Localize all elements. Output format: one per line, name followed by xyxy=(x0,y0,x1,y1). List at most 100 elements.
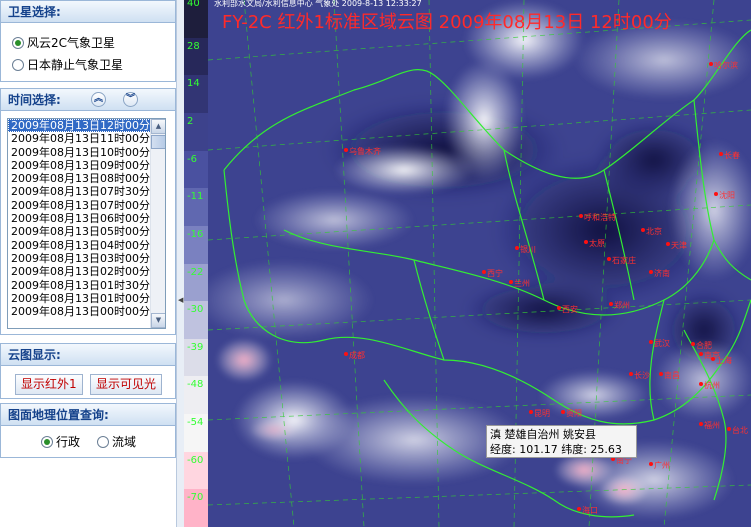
radio-admin-label: 行政 xyxy=(56,435,81,449)
satellite-cloud-map[interactable]: 40 28 14 2 -6 -11 -16 -22 -30 -39 -48 -54 -60 -70 水利部… xyxy=(184,0,751,527)
city-label: 长春 xyxy=(724,151,740,160)
city-label: 上海 xyxy=(716,356,732,365)
cloud-imagery xyxy=(194,0,751,527)
colorbar-label: -54 xyxy=(187,417,204,429)
city-dot[interactable] xyxy=(649,462,653,466)
time-list-item[interactable]: 2009年08月13日01时00分 xyxy=(8,292,165,305)
city-dot[interactable] xyxy=(509,280,513,284)
temperature-colorbar: 40 28 14 2 -6 -11 -16 -22 -30 -39 -48 -54 -60 -70 xyxy=(184,0,208,527)
city-label: 乌鲁木齐 xyxy=(349,147,381,156)
time-list-item[interactable]: 2009年08月13日00时00分 xyxy=(8,305,165,318)
city-label: 西安 xyxy=(562,305,578,314)
city-label: 昆明 xyxy=(534,409,550,418)
city-dot[interactable] xyxy=(515,246,519,250)
time-list-item[interactable]: 2009年08月13日07时00分 xyxy=(8,199,165,212)
city-dot[interactable] xyxy=(649,340,653,344)
city-dot[interactable] xyxy=(699,352,703,356)
double-chevron-up-icon[interactable]: ︽ xyxy=(91,92,106,107)
radio-basin[interactable]: 流域 xyxy=(97,433,136,451)
city-label: 武汉 xyxy=(654,339,670,348)
city-dot[interactable] xyxy=(709,62,713,66)
colorbar-label: -16 xyxy=(187,228,204,240)
time-list-item[interactable]: 2009年08月13日03时00分 xyxy=(8,252,165,265)
time-listbox[interactable]: 2009年08月13日12时00分 2009年08月13日11时00分 2009年0… xyxy=(7,118,166,329)
city-dot[interactable] xyxy=(344,148,348,152)
radio-japan-label: 日本静止气象卫星 xyxy=(27,58,124,72)
time-panel-title: 时间选择: ︽ ︾ xyxy=(1,89,175,111)
time-list-item[interactable]: 2009年08月13日07时30分 xyxy=(8,185,165,198)
city-dot[interactable] xyxy=(691,342,695,346)
city-dot[interactable] xyxy=(659,372,663,376)
city-dot[interactable] xyxy=(711,357,715,361)
radio-fy2c-label: 风云2C气象卫星 xyxy=(27,36,116,50)
city-dot[interactable] xyxy=(344,352,348,356)
time-list: 2009年08月13日12时00分 2009年08月13日11时00分 2009年0… xyxy=(8,119,165,318)
cloud-display-panel: 云图显示: 显示红外1 显示可见光 xyxy=(0,343,176,399)
city-dot[interactable] xyxy=(561,410,565,414)
time-panel-title-text: 时间选择: xyxy=(8,93,61,107)
city-dot[interactable] xyxy=(584,240,588,244)
collapse-left-icon[interactable]: ◀ xyxy=(178,296,183,304)
city-dot[interactable] xyxy=(666,242,670,246)
panel-splitter[interactable]: ◀ xyxy=(176,0,184,527)
city-dot[interactable] xyxy=(727,427,731,431)
city-dot[interactable] xyxy=(607,257,611,261)
tooltip-coords: 经度: 101.17 纬度: 25.63 xyxy=(490,443,622,456)
time-list-item[interactable]: 2009年08月13日11时00分 xyxy=(8,132,165,145)
radio-checked-icon[interactable] xyxy=(12,37,24,49)
city-dot[interactable] xyxy=(699,422,703,426)
city-dot[interactable] xyxy=(719,152,723,156)
city-dot[interactable] xyxy=(699,382,703,386)
time-list-item[interactable]: 2009年08月13日06时00分 xyxy=(8,212,165,225)
time-list-item[interactable]: 2009年08月13日04时00分 xyxy=(8,239,165,252)
city-dot[interactable] xyxy=(529,410,533,414)
colorbar-label: 28 xyxy=(187,40,200,52)
radio-fy2c[interactable]: 风云2C气象卫星 xyxy=(12,34,115,52)
city-label: 西宁 xyxy=(487,269,503,278)
time-list-item[interactable]: 2009年08月13日08时00分 xyxy=(8,172,165,185)
colorbar-label: -70 xyxy=(187,492,204,504)
city-dot[interactable] xyxy=(482,270,486,274)
show-visible-button[interactable]: 显示可见光 xyxy=(90,374,163,395)
listbox-scrollbar[interactable]: ▲ ▼ xyxy=(150,119,165,328)
city-dot[interactable] xyxy=(557,306,561,310)
radio-unchecked-icon[interactable] xyxy=(12,59,24,71)
city-dot[interactable] xyxy=(579,214,583,218)
geo-query-panel: 图面地理位置查询: 行政 流域 xyxy=(0,403,176,458)
show-infrared-button[interactable]: 显示红外1 xyxy=(15,374,83,395)
city-label: 成都 xyxy=(349,351,365,360)
radio-checked-icon[interactable] xyxy=(41,436,53,448)
colorbar-label: -11 xyxy=(187,191,204,203)
tooltip-location: 滇 楚雄自治州 姚安县 xyxy=(490,428,596,441)
radio-japan[interactable]: 日本静止气象卫星 xyxy=(12,56,123,74)
city-dot[interactable] xyxy=(609,302,613,306)
radio-unchecked-icon[interactable] xyxy=(97,436,109,448)
city-dot[interactable] xyxy=(577,507,581,511)
city-label: 台北 xyxy=(732,426,748,435)
time-list-item[interactable]: 2009年08月13日01时30分 xyxy=(8,279,165,292)
location-tooltip: 滇 楚雄自治州 姚安县 经度: 101.17 纬度: 25.63 xyxy=(486,425,637,458)
radio-admin[interactable]: 行政 xyxy=(41,433,80,451)
time-list-item[interactable]: 2009年08月13日05时00分 xyxy=(8,225,165,238)
time-list-item[interactable]: 2009年08月13日02时00分 xyxy=(8,265,165,278)
city-dot[interactable] xyxy=(649,270,653,274)
city-label: 郑州 xyxy=(614,301,630,310)
city-label: 呼和浩特 xyxy=(584,213,616,222)
city-label: 兰州 xyxy=(514,279,530,288)
time-list-item[interactable]: 2009年08月13日10时00分 xyxy=(8,146,165,159)
city-dot[interactable] xyxy=(629,372,633,376)
scroll-up-icon[interactable]: ▲ xyxy=(151,119,165,134)
city-label: 银川 xyxy=(520,245,536,254)
colorbar-label: 14 xyxy=(187,78,200,90)
scrollbar-thumb[interactable] xyxy=(151,135,165,149)
city-dot[interactable] xyxy=(714,192,718,196)
double-chevron-down-icon[interactable]: ︾ xyxy=(123,92,138,107)
satellite-panel-title: 卫星选择: xyxy=(1,1,175,23)
city-label: 广州 xyxy=(654,461,670,470)
city-label: 天津 xyxy=(671,241,687,250)
city-dot[interactable] xyxy=(641,228,645,232)
time-list-item[interactable]: 2009年08月13日09时00分 xyxy=(8,159,165,172)
city-label: 福州 xyxy=(704,421,720,430)
scroll-down-icon[interactable]: ▼ xyxy=(151,313,165,328)
time-list-item[interactable]: 2009年08月13日12时00分 xyxy=(8,119,165,133)
